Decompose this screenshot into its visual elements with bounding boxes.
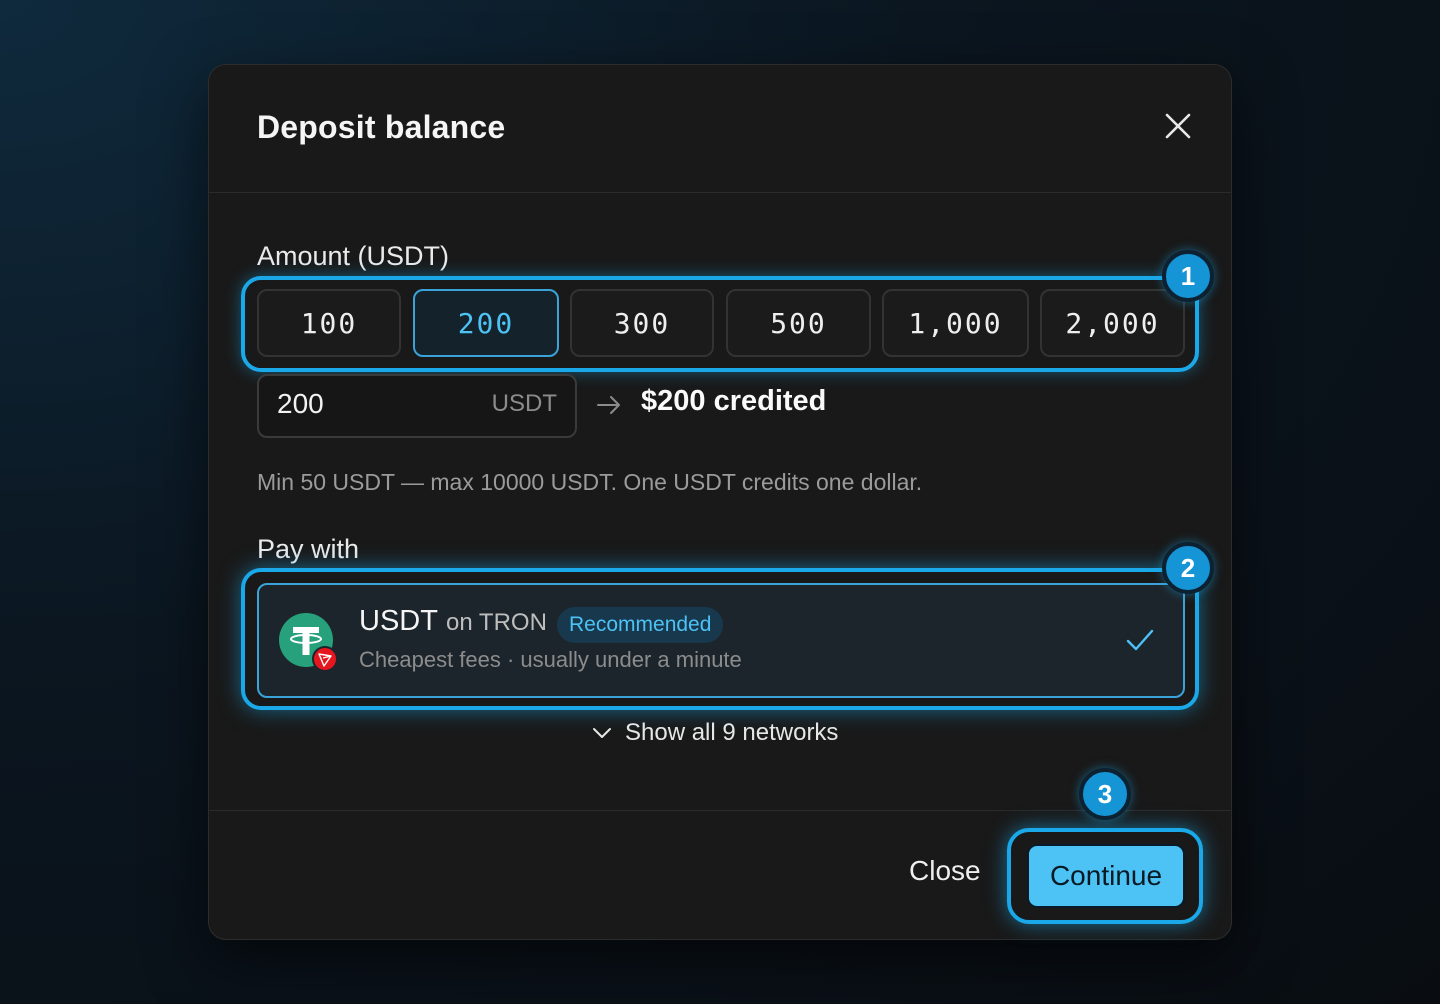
pay-with-label: Pay with: [257, 534, 360, 564]
continue-button[interactable]: Continue: [1027, 844, 1185, 908]
close-button[interactable]: Close: [909, 855, 981, 887]
show-all-networks-button[interactable]: Show all 9 networks: [591, 715, 838, 751]
amount-preset-500[interactable]: 500: [726, 289, 871, 357]
check-icon: [1126, 629, 1154, 651]
chevron-down-icon: [593, 728, 611, 738]
step-badge-1: 1: [1162, 250, 1214, 302]
coin-subtitle: Cheapest fees · usually under a minute: [359, 647, 742, 672]
payment-option-usdt-tron[interactable]: USDT on TRON Recommended Cheapest fees ·…: [257, 583, 1185, 698]
amount-preset-200[interactable]: 200: [413, 289, 559, 357]
show-all-networks-label: Show all 9 networks: [625, 719, 839, 746]
usdt-tron-icon: [279, 613, 337, 671]
arrow-right-icon: [597, 396, 620, 414]
recommended-badge: Recommended: [557, 607, 724, 643]
amount-input-unit: USDT: [491, 390, 557, 417]
coin-name: USDT: [359, 605, 438, 637]
modal-header: Deposit balance: [209, 65, 1231, 193]
amount-preset-300[interactable]: 300: [570, 289, 714, 357]
step-badge-3: 3: [1079, 768, 1131, 820]
amount-input[interactable]: 200 USDT: [257, 374, 577, 438]
modal-title: Deposit balance: [257, 109, 506, 145]
amount-helper-text: Min 50 USDT — max 10000 USDT. One USDT c…: [257, 469, 923, 495]
amount-label: Amount (USDT): [257, 241, 450, 271]
amount-preset-1000[interactable]: 1,000: [882, 289, 1029, 357]
modal-footer: Close Continue: [209, 810, 1231, 940]
deposit-modal: Deposit balance Amount (USDT) 100 200 30…: [208, 64, 1232, 940]
amount-input-value: 200: [277, 388, 324, 419]
amount-preset-2000[interactable]: 2,000: [1040, 289, 1185, 357]
close-icon[interactable]: [1163, 111, 1193, 141]
step-badge-2: 2: [1162, 542, 1214, 594]
coin-network: on TRON: [446, 609, 547, 636]
amount-preset-100[interactable]: 100: [257, 289, 401, 357]
credited-amount: $200 credited: [641, 385, 827, 417]
